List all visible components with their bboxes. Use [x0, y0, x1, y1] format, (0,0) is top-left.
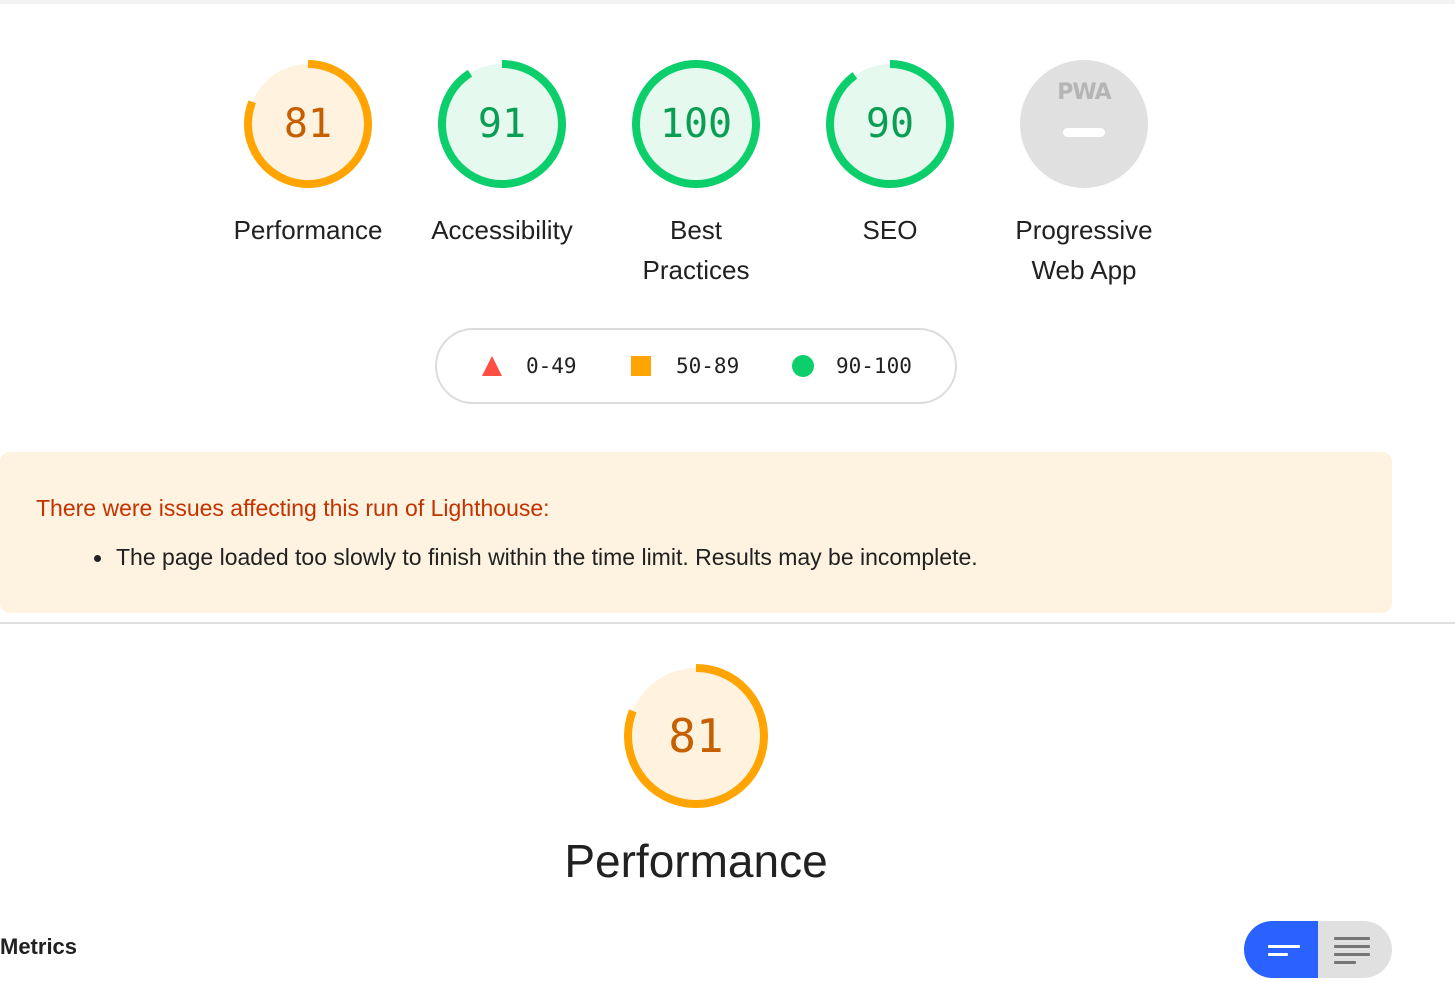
gauge-score: 91: [477, 101, 527, 147]
expanded-view-icon: [1334, 937, 1370, 940]
bullet-icon: [94, 555, 101, 562]
gauge-score: 100: [659, 101, 733, 147]
gauge-accessibility[interactable]: 91 Accessibility: [412, 60, 592, 250]
gauge-label-line2: Web App: [1031, 255, 1137, 285]
expanded-view-icon-line: [1334, 961, 1356, 964]
legend-range-pass: 90-100: [836, 354, 912, 378]
summary-view-icon-line: [1268, 953, 1288, 956]
summary-view-icon: [1268, 945, 1300, 948]
metrics-view-toggle[interactable]: [1244, 921, 1392, 978]
gauge-score: 81: [283, 101, 333, 147]
gauge-best-practices[interactable]: 100 Best Practices: [606, 60, 786, 290]
legend-range-fail: 0-49: [526, 354, 577, 378]
square-icon: [631, 356, 651, 376]
score-scale-legend: 0-49 50-89 90-100: [435, 328, 957, 404]
warning-title: There were issues affecting this run of …: [36, 495, 550, 521]
toggle-expanded-view-button[interactable]: [1318, 921, 1392, 978]
gauge-pwa[interactable]: PWA Progressive Web App: [994, 60, 1174, 290]
list-item: The page loaded too slowly to finish wit…: [94, 544, 978, 571]
gauge-label: Best Practices: [606, 210, 786, 290]
pwa-logo-text: PWA: [1057, 80, 1111, 105]
legend-item-fail: 0-49: [482, 330, 577, 402]
gauge-ring: 90: [826, 60, 954, 188]
gauge-label-line2: Practices: [642, 255, 750, 285]
gauge-label-line1: Progressive: [1015, 215, 1153, 245]
section-title: Performance: [564, 835, 828, 887]
warning-list: The page loaded too slowly to finish wit…: [94, 544, 978, 571]
gauge-label: Performance: [233, 215, 383, 245]
gauge-ring: 91: [438, 60, 566, 188]
gauge-ring: 100: [632, 60, 760, 188]
legend-item-pass: 90-100: [792, 330, 912, 402]
gauge-label: Accessibility: [431, 215, 573, 245]
gauge-label: SEO: [862, 215, 918, 245]
gauge-score: 90: [865, 101, 915, 147]
toggle-summary-view-button[interactable]: [1244, 921, 1318, 978]
gauge-ring: PWA: [1020, 60, 1148, 188]
circle-icon: [792, 355, 814, 377]
gauge-label: Progressive Web App: [994, 210, 1174, 290]
gauge-label-line1: Best: [669, 215, 723, 245]
warning-item-text: The page loaded too slowly to finish wit…: [116, 544, 978, 570]
legend-range-average: 50-89: [676, 354, 740, 378]
section-divider: [0, 622, 1455, 624]
gauge-performance[interactable]: 81 Performance: [218, 60, 398, 250]
metrics-heading: Metrics: [0, 934, 78, 959]
pwa-dash-icon: [1063, 128, 1105, 137]
gauge-ring: 81: [244, 60, 372, 188]
expanded-view-icon-line: [1334, 945, 1370, 948]
performance-section-score: 81: [668, 709, 724, 763]
performance-section-gauge: 81: [616, 660, 776, 812]
run-warnings-box: There were issues affecting this run of …: [0, 452, 1392, 613]
legend-item-average: 50-89: [631, 330, 739, 402]
pwa-badge: PWA: [1020, 60, 1148, 188]
gauge-seo[interactable]: 90 SEO: [800, 60, 980, 250]
expanded-view-icon-line: [1334, 953, 1370, 956]
triangle-icon: [482, 356, 502, 376]
top-divider: [0, 0, 1455, 4]
